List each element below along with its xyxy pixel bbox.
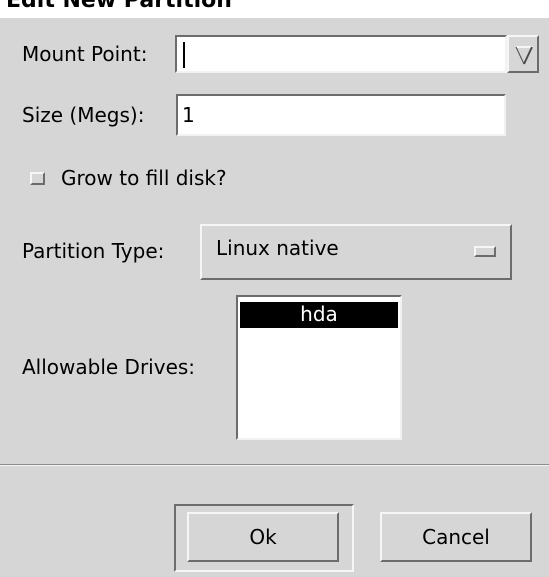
mount-point-label: Mount Point: xyxy=(22,42,148,66)
grow-checkbox[interactable] xyxy=(30,172,45,185)
dialog-title: Edit New Partition xyxy=(6,0,232,13)
option-menu-indicator-icon xyxy=(474,246,496,257)
title-bar: Edit New Partition xyxy=(0,0,549,18)
list-item-hda[interactable]: hda xyxy=(240,302,398,328)
partition-type-value: Linux native xyxy=(216,236,339,260)
text-cursor xyxy=(183,42,185,68)
size-label: Size (Megs): xyxy=(22,103,145,127)
ok-button[interactable]: Ok xyxy=(187,512,339,562)
partition-type-select[interactable]: Linux native xyxy=(200,224,512,280)
allowable-drives-label: Allowable Drives: xyxy=(22,355,196,379)
drives-list[interactable]: hda xyxy=(236,295,402,440)
size-input[interactable]: 1 xyxy=(176,94,506,136)
size-value: 1 xyxy=(182,103,195,127)
edit-partition-dialog: Edit New Partition Mount Point: Size (Me… xyxy=(0,0,549,577)
mount-point-input[interactable] xyxy=(175,35,507,73)
grow-label[interactable]: Grow to fill disk? xyxy=(61,166,227,190)
separator xyxy=(0,464,549,466)
cancel-button[interactable]: Cancel xyxy=(380,512,532,562)
mount-point-dropdown-button[interactable] xyxy=(507,35,539,73)
triangle-down-icon xyxy=(515,46,533,65)
partition-type-label: Partition Type: xyxy=(22,239,165,263)
